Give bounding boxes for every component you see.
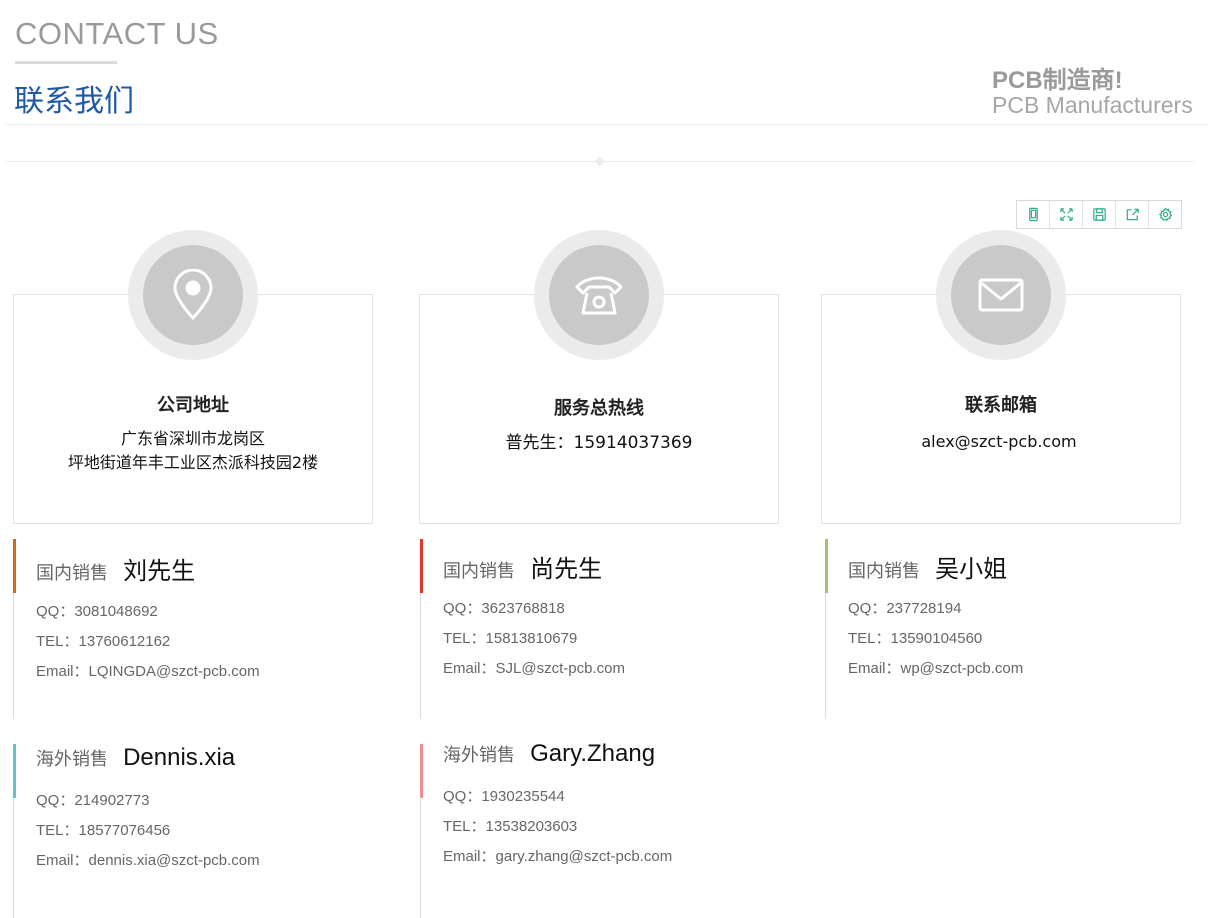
accent-bar — [420, 744, 423, 798]
hotline-title: 服务总热线 — [554, 398, 644, 419]
sales-name: 刘先生 — [123, 558, 196, 585]
sales-qq: QQ：1930235544 — [443, 788, 565, 805]
sales-email[interactable]: Email：SJL@szct-pcb.com — [443, 657, 625, 678]
sales-role: 海外销售 — [36, 749, 108, 770]
sales-contact: 国内销售 尚先生 QQ：3623768818 TEL：15813810679 E… — [420, 539, 781, 719]
accent-bar — [825, 539, 828, 593]
section-divider-diamond — [594, 156, 605, 167]
save-button[interactable] — [1083, 201, 1116, 228]
page-title-en: CONTACT US — [15, 16, 219, 51]
sales-email[interactable]: Email：LQINGDA@szct-pcb.com — [36, 660, 260, 681]
sales-email[interactable]: Email：dennis.xia@szct-pcb.com — [36, 849, 260, 870]
email-icon-circle — [936, 230, 1066, 360]
sales-role: 国内销售 — [848, 561, 920, 582]
settings-icon — [1158, 207, 1172, 222]
address-title: 公司地址 — [157, 395, 229, 416]
sales-role: 海外销售 — [443, 745, 515, 766]
sales-qq: QQ：214902773 — [36, 792, 150, 809]
sales-tel: TEL：13760612162 — [36, 633, 171, 650]
share-icon — [1126, 208, 1139, 221]
email-title: 联系邮箱 — [965, 395, 1037, 416]
location-pin-icon — [173, 269, 213, 321]
sales-tel: TEL：18577076456 — [36, 822, 171, 839]
sales-contact: 海外销售 Dennis.xia QQ：214902773 TEL：1857707… — [13, 744, 374, 918]
hotline-icon-circle — [534, 230, 664, 360]
sales-email[interactable]: Email：gary.zhang@szct-pcb.com — [443, 845, 672, 866]
mobile-preview-button[interactable] — [1017, 201, 1050, 228]
accent-bar — [13, 539, 16, 593]
save-icon — [1092, 208, 1106, 221]
envelope-icon — [978, 278, 1024, 312]
share-button[interactable] — [1116, 201, 1149, 228]
sales-contact: 海外销售 Gary.Zhang QQ：1930235544 TEL：135382… — [420, 740, 781, 918]
accent-bar — [420, 539, 423, 593]
address-line-1: 广东省深圳市龙岗区 — [120, 429, 265, 448]
sales-contact: 国内销售 刘先生 QQ：3081048692 TEL：13760612162 E… — [13, 539, 374, 719]
contact-email[interactable]: alex@szct-pcb.com — [821, 430, 1177, 454]
editor-toolbar — [1016, 200, 1182, 229]
hotline-number: 普先生：15914037369 — [505, 433, 693, 453]
sales-name: Gary.Zhang — [530, 740, 656, 767]
address-line-2: 坪地街道年丰工业区杰派科技园2楼 — [67, 453, 319, 472]
mobile-icon — [1028, 207, 1038, 222]
address-icon-circle — [128, 230, 258, 360]
sales-tel: TEL：13538203603 — [443, 818, 578, 835]
sales-qq: QQ：3623768818 — [443, 600, 565, 617]
header-divider — [5, 124, 1208, 125]
settings-button[interactable] — [1149, 201, 1181, 228]
sales-role: 国内销售 — [443, 561, 515, 582]
sales-name: Dennis.xia — [123, 744, 236, 771]
slogan-en: PCB Manufacturers — [992, 92, 1193, 118]
telephone-icon — [575, 276, 623, 315]
fullscreen-button[interactable] — [1050, 201, 1083, 228]
sales-qq: QQ：3081048692 — [36, 603, 158, 620]
sales-qq: QQ：237728194 — [848, 600, 962, 617]
slogan-cn: PCB制造商! — [992, 67, 1123, 94]
sales-role: 国内销售 — [36, 563, 108, 584]
sales-tel: TEL：13590104560 — [848, 630, 983, 647]
sales-tel: TEL：15813810679 — [443, 630, 578, 647]
page-title-cn: 联系我们 — [14, 84, 134, 119]
title-underline — [15, 61, 117, 64]
fullscreen-icon — [1059, 208, 1073, 221]
accent-bar — [13, 744, 16, 798]
sales-name: 尚先生 — [530, 556, 603, 583]
sales-contact: 国内销售 吴小姐 QQ：237728194 TEL：13590104560 Em… — [825, 539, 1186, 719]
sales-email[interactable]: Email：wp@szct-pcb.com — [848, 657, 1023, 678]
sales-name: 吴小姐 — [935, 556, 1008, 583]
